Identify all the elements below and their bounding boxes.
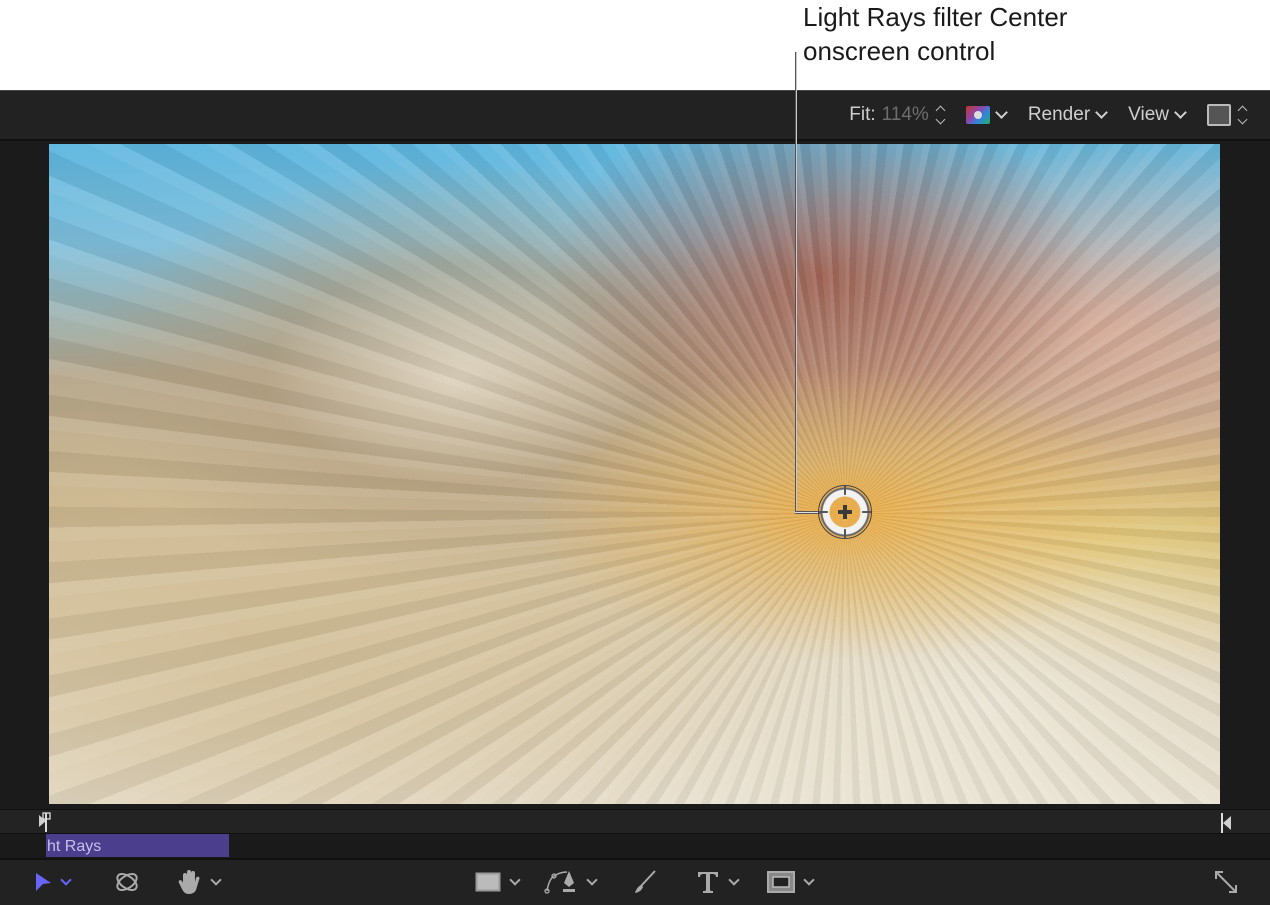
arrow-pointer-icon bbox=[36, 873, 51, 891]
view-layout-icon bbox=[1207, 104, 1231, 126]
text-icon bbox=[698, 872, 718, 893]
canvas-viewer[interactable] bbox=[49, 144, 1220, 804]
text-tool[interactable] bbox=[696, 868, 740, 896]
chevron-down-icon bbox=[1174, 106, 1187, 119]
paint-stroke-tool[interactable] bbox=[632, 868, 658, 896]
view-label: View bbox=[1128, 104, 1169, 125]
motion-canvas-window: Fit: 114% Render View ht Rays bbox=[0, 90, 1270, 905]
chevron-down-icon bbox=[210, 874, 222, 886]
chevron-down-icon bbox=[586, 874, 598, 886]
chevron-down-icon bbox=[728, 874, 740, 886]
view-layout-popup[interactable] bbox=[1207, 104, 1248, 126]
chevron-down-icon bbox=[803, 874, 815, 886]
color-channels-popup[interactable] bbox=[965, 106, 1008, 124]
fit-label: Fit: bbox=[849, 104, 876, 125]
crosshair-plus-icon bbox=[838, 505, 852, 519]
canvas-toolbar: Fit: 114% Render View bbox=[0, 91, 1270, 141]
updown-arrows-icon bbox=[1237, 105, 1248, 125]
orbit-icon bbox=[116, 873, 138, 891]
select-transform-tool[interactable] bbox=[34, 868, 72, 896]
callout-leader-line bbox=[795, 52, 797, 514]
updown-arrows-icon bbox=[935, 105, 946, 125]
chevron-down-icon bbox=[60, 874, 72, 886]
zoom-fit-popup[interactable]: Fit: 114% bbox=[849, 104, 946, 126]
chevron-down-icon bbox=[509, 874, 521, 886]
fit-value: 114% bbox=[881, 104, 929, 125]
chevron-down-icon bbox=[994, 106, 1008, 119]
callout-line-2: onscreen control bbox=[803, 36, 996, 66]
light-rays-image bbox=[49, 144, 1220, 804]
color-swatch-icon bbox=[965, 106, 990, 124]
rectangle-icon bbox=[475, 872, 501, 892]
mask-tool[interactable] bbox=[767, 868, 815, 896]
shape-tool[interactable] bbox=[475, 868, 521, 896]
mask-icon bbox=[767, 871, 795, 893]
render-label: Render bbox=[1027, 104, 1091, 125]
expand-icon bbox=[1215, 871, 1237, 893]
chevron-down-icon bbox=[1095, 106, 1109, 119]
light-rays-center-control[interactable] bbox=[818, 485, 872, 539]
3d-transform-tool[interactable] bbox=[113, 868, 141, 896]
view-popup[interactable]: View bbox=[1128, 104, 1187, 126]
in-point-marker-icon[interactable] bbox=[39, 812, 51, 832]
bezier-tool[interactable] bbox=[544, 868, 598, 896]
callout-label: Light Rays filter Center onscreen contro… bbox=[803, 0, 1067, 68]
out-point-marker-icon[interactable] bbox=[1220, 813, 1232, 833]
tools-bar bbox=[0, 860, 1270, 905]
pan-tool[interactable] bbox=[178, 868, 222, 896]
timeline-clip[interactable]: ht Rays bbox=[46, 834, 229, 857]
mini-timeline-track: ht Rays bbox=[0, 834, 1270, 860]
fullscreen-button[interactable] bbox=[1213, 868, 1239, 896]
hand-icon bbox=[178, 870, 200, 894]
mini-timeline-ruler[interactable] bbox=[0, 809, 1270, 835]
render-popup[interactable]: Render bbox=[1027, 104, 1109, 126]
pen-icon bbox=[544, 871, 575, 894]
brush-icon bbox=[635, 870, 656, 893]
callout-line-1: Light Rays filter Center bbox=[803, 2, 1068, 32]
